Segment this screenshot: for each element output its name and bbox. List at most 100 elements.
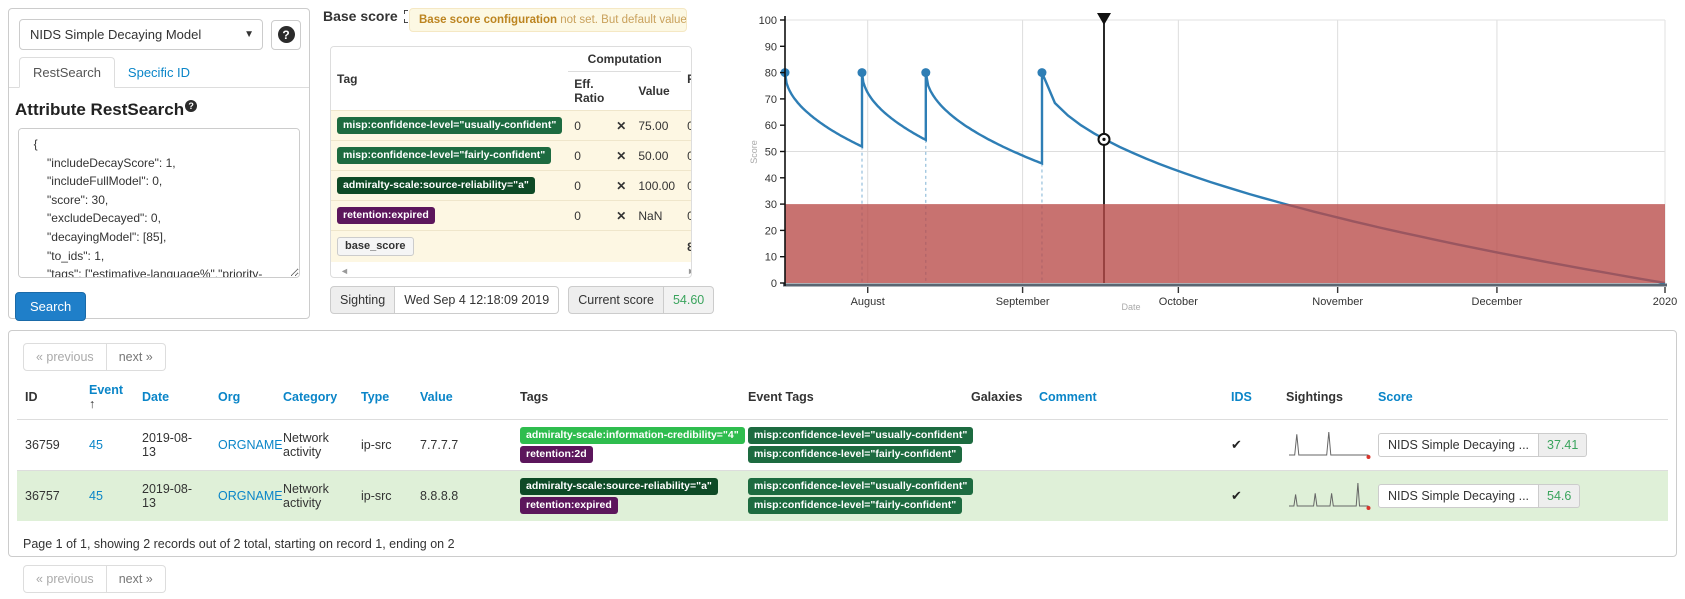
results-summary: Page 1 of 1, showing 2 records out of 2 … — [23, 537, 1668, 551]
event-tag-badge[interactable]: misp:confidence-level="fairly-confident" — [748, 497, 962, 514]
result-value: 0 — [681, 201, 692, 231]
col-header-id: ID — [17, 377, 81, 420]
scroll-right-icon[interactable]: ► — [687, 266, 692, 276]
previous-page-button[interactable]: « previous — [23, 565, 107, 593]
search-tabs: RestSearch Specific ID — [9, 56, 309, 88]
multiply-icon: ✕ — [610, 111, 632, 141]
next-page-button[interactable]: next » — [107, 565, 166, 593]
base-score-total: 80.00 — [681, 231, 692, 263]
restsearch-query-input[interactable]: { "includeDecayScore": 1, "includeFullMo… — [18, 128, 300, 278]
pagination-bottom: « previous next » — [23, 565, 166, 593]
score-group[interactable]: NIDS Simple Decaying ... 54.6 — [1378, 484, 1580, 508]
decay-threshold-zone — [785, 204, 1665, 283]
x-tick-label: 2020 — [1653, 296, 1677, 308]
base-score-row: misp:confidence-level="usually-confident… — [331, 111, 692, 141]
event-tag-badge[interactable]: misp:confidence-level="usually-confident… — [748, 427, 973, 444]
decay-chart[interactable]: 0102030405060708090100AugustSeptemberOct… — [700, 0, 1685, 322]
base-score-row: misp:confidence-level="fairly-confident"… — [331, 141, 692, 171]
tab-restsearch[interactable]: RestSearch — [19, 57, 115, 88]
y-tick-label: 70 — [765, 94, 777, 106]
y-tick-label: 20 — [765, 225, 777, 237]
tag-badge[interactable]: retention:2d — [520, 446, 593, 463]
org-link[interactable]: ORGNAME — [218, 438, 283, 452]
horizontal-scrollbar[interactable]: ◄ ► — [338, 264, 692, 277]
tag-badge[interactable]: admiralty-scale:information-credibility=… — [520, 427, 745, 444]
attribute-value: 7.7.7.7 — [412, 420, 512, 471]
attribute-category: Network activity — [275, 420, 353, 471]
x-axis-label: Date — [1121, 302, 1140, 312]
sighting-info-row: Sighting Wed Sep 4 12:18:09 2019 Current… — [330, 286, 714, 314]
tag-badge[interactable]: retention:expired — [520, 497, 618, 514]
eff-ratio-value: 0 — [568, 141, 610, 171]
computation-value: NaN — [632, 201, 681, 231]
col-header-score[interactable]: Score — [1370, 377, 1668, 420]
base-score-section: Base score Base score configuration not … — [323, 8, 695, 320]
decaying-model-selected-value: NIDS Simple Decaying Model — [30, 27, 201, 42]
decaying-model-select[interactable]: NIDS Simple Decaying Model ▼ — [19, 19, 263, 50]
base-score-alert: Base score configuration not set. But de… — [409, 8, 687, 32]
score-group[interactable]: NIDS Simple Decaying ... 37.41 — [1378, 433, 1587, 457]
col-header-result: Result — [681, 47, 692, 111]
y-tick-label: 60 — [765, 120, 777, 132]
pagination-top: « previous next » — [23, 343, 166, 371]
col-header-category[interactable]: Category — [275, 377, 353, 420]
col-header-type[interactable]: Type — [353, 377, 412, 420]
col-header-ids[interactable]: IDS — [1223, 377, 1278, 420]
event-tag-badge[interactable]: misp:confidence-level="fairly-confident" — [748, 446, 962, 463]
tag-badge[interactable]: admiralty-scale:source-reliability="a" — [337, 177, 535, 194]
tag-badge[interactable]: retention:expired — [337, 207, 435, 224]
col-header-event-tags: Event Tags — [740, 377, 963, 420]
event-link[interactable]: 45 — [89, 438, 103, 452]
sightings-sparkline — [1286, 478, 1376, 512]
y-tick-label: 100 — [759, 15, 777, 27]
attribute-results-table: ID Event ↑ Date Org Category Type Value … — [17, 377, 1668, 521]
col-header-org[interactable]: Org — [210, 377, 275, 420]
event-link[interactable]: 45 — [89, 489, 103, 503]
sighting-point — [921, 68, 930, 77]
col-header-date[interactable]: Date — [134, 377, 210, 420]
scroll-left-icon[interactable]: ◄ — [340, 266, 349, 276]
tag-badge[interactable]: admiralty-scale:source-reliability="a" — [520, 478, 718, 495]
search-button[interactable]: Search — [15, 292, 86, 321]
event-tag-badge[interactable]: misp:confidence-level="usually-confident… — [748, 478, 973, 495]
sighting-date: Wed Sep 4 12:18:09 2019 — [395, 286, 559, 314]
question-icon: ? — [185, 100, 197, 112]
col-header-value[interactable]: Value — [412, 377, 512, 420]
sort-asc-icon: ↑ — [89, 397, 95, 411]
base-score-row: admiralty-scale:source-reliability="a" 0… — [331, 171, 692, 201]
next-page-button[interactable]: next » — [107, 343, 166, 371]
ids-check-icon: ✔ — [1231, 437, 1242, 452]
cursor-handle-icon — [1097, 13, 1111, 25]
comment-cell — [1031, 420, 1223, 471]
attribute-results-panel: « previous next » ID Event ↑ Date Org Ca… — [8, 330, 1677, 557]
org-link[interactable]: ORGNAME — [218, 489, 283, 503]
computation-value: 50.00 — [632, 141, 681, 171]
base-score-total-row: base_score 80.00 — [331, 231, 692, 263]
col-header-comment[interactable]: Comment — [1031, 377, 1223, 420]
current-score-label: Current score — [568, 286, 664, 314]
base-score-table: Tag Computation Result Eff. Ratio Value … — [331, 47, 692, 262]
attribute-date: 2019-08-13 — [134, 471, 210, 522]
attribute-id: 36757 — [17, 471, 81, 522]
sightings-sparkline — [1286, 427, 1376, 461]
col-header-event[interactable]: Event ↑ — [81, 377, 134, 420]
x-tick-label: October — [1159, 296, 1198, 308]
tag-badge[interactable]: misp:confidence-level="usually-confident… — [337, 117, 562, 134]
comment-cell — [1031, 471, 1223, 522]
tag-badge[interactable]: misp:confidence-level="fairly-confident" — [337, 147, 551, 164]
galaxies-cell — [963, 471, 1031, 522]
tab-specific-id[interactable]: Specific ID — [115, 58, 203, 87]
col-header-sightings: Sightings — [1278, 377, 1370, 420]
help-button[interactable]: ? — [271, 20, 301, 50]
y-tick-label: 50 — [765, 147, 777, 159]
decay-chart-container: 0102030405060708090100AugustSeptemberOct… — [700, 0, 1685, 322]
previous-page-button[interactable]: « previous — [23, 343, 107, 371]
x-tick-label: August — [851, 296, 885, 308]
score-value: 37.41 — [1539, 433, 1587, 457]
computation-value: 75.00 — [632, 111, 681, 141]
multiply-icon: ✕ — [610, 171, 632, 201]
base-score-table-container: Tag Computation Result Eff. Ratio Value … — [330, 46, 692, 278]
col-header-computation: Computation — [568, 47, 681, 72]
computation-value: 100.00 — [632, 171, 681, 201]
result-value: 0 — [681, 111, 692, 141]
